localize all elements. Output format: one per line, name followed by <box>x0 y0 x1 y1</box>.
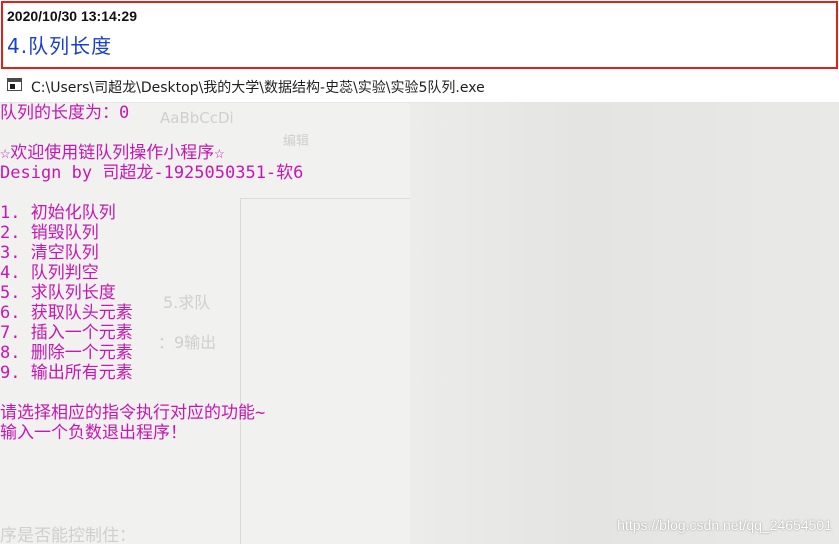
console-line: 5. 求队列长度 <box>0 283 116 303</box>
console-body[interactable]: AaBbCcDi 编辑 5.求队 ：9输出 序是否能控制住： 队列的长度为：0 ☆… <box>0 103 839 544</box>
console-line: 6. 获取队头元素 <box>0 303 133 323</box>
console-line: 1. 初始化队列 <box>0 203 116 223</box>
annotation-box: 2020/10/30 13:14:29 4.队列长度 <box>1 1 838 69</box>
watermark: https://blog.csdn.net/qq_24654501 <box>617 517 832 533</box>
console-window-icon[interactable] <box>7 78 22 91</box>
console-line: 请选择相应的指令执行对应的功能~ <box>0 403 266 423</box>
console-line: 7. 插入一个元素 <box>0 323 133 343</box>
console-line: 3. 清空队列 <box>0 243 99 263</box>
console-output: 队列的长度为：0 ☆欢迎使用链队列操作小程序☆ Design by 司超龙-1925… <box>0 103 303 443</box>
annotation-note: 4.队列长度 <box>7 34 113 58</box>
window-title-bar[interactable]: C:\Users\司超龙\Desktop\我的大学\数据结构-史蕊\实验\实验5… <box>0 70 839 103</box>
console-line: 队列的长度为：0 <box>0 103 130 123</box>
console-line: 8. 删除一个元素 <box>0 343 133 363</box>
console-line: 9. 输出所有元素 <box>0 363 133 383</box>
console-line: 2. 销毁队列 <box>0 223 99 243</box>
console-window[interactable]: C:\Users\司超龙\Desktop\我的大学\数据结构-史蕊\实验\实验5… <box>0 70 839 544</box>
console-line: 输入一个负数退出程序！ <box>0 423 187 443</box>
console-line: Design by 司超龙-1925050351-软6 <box>0 163 304 183</box>
window-title: C:\Users\司超龙\Desktop\我的大学\数据结构-史蕊\实验\实验5… <box>31 80 485 96</box>
ghost-bottom-fragment: 序是否能控制住： <box>0 526 136 544</box>
console-line: ☆欢迎使用链队列操作小程序☆ <box>0 143 225 163</box>
console-line: 4. 队列判空 <box>0 263 99 283</box>
annotation-timestamp: 2020/10/30 13:14:29 <box>7 8 137 24</box>
ghost-panel <box>410 103 839 544</box>
